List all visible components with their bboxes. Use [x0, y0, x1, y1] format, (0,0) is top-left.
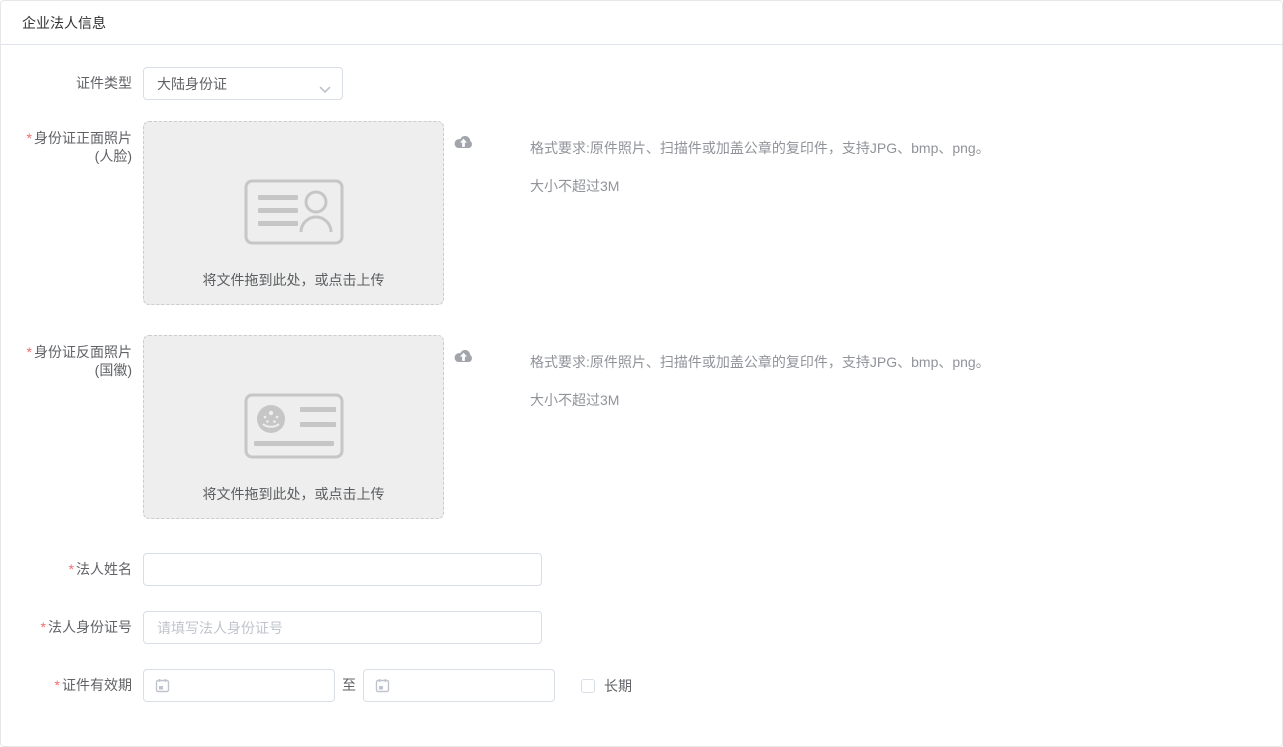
- id-card-front-icon: [244, 179, 344, 248]
- required-asterisk: *: [54, 677, 60, 693]
- id-back-upload-dropzone[interactable]: 将文件拖到此处，或点击上传: [143, 335, 444, 519]
- upload-format-tips: 格式要求:原件照片、扫描件或加盖公章的复印件，支持JPG、bmp、png。 大小…: [530, 335, 990, 408]
- panel-title: 企业法人信息: [22, 14, 106, 31]
- long-term-checkbox-label: 长期: [604, 677, 632, 694]
- dropzone-text: 将文件拖到此处，或点击上传: [202, 486, 385, 502]
- id-front-photo-label: * 身份证正面照片 (人脸): [26, 130, 132, 164]
- size-limit-text: 大小不超过3M: [530, 392, 620, 408]
- upload-format-tips: 格式要求:原件照片、扫描件或加盖公章的复印件，支持JPG、bmp、png。 大小…: [530, 121, 990, 194]
- required-asterisk: *: [26, 130, 32, 146]
- format-requirement-text: 格式要求:原件照片、扫描件或加盖公章的复印件，支持JPG、bmp、png。: [530, 354, 990, 370]
- long-term-checkbox-group[interactable]: 长期: [581, 669, 632, 702]
- id-card-back-icon: [244, 393, 344, 462]
- chevron-down-icon: [319, 81, 331, 97]
- cert-type-label: 证件类型: [76, 75, 132, 91]
- size-limit-text: 大小不超过3M: [530, 178, 620, 194]
- long-term-checkbox[interactable]: [581, 678, 595, 693]
- cert-type-selected-value: 大陆身份证: [157, 75, 227, 92]
- legal-name-row: * 法人姓名: [1, 553, 1282, 586]
- validity-end-date-input[interactable]: [363, 669, 555, 702]
- required-asterisk: *: [26, 344, 32, 360]
- validity-period-row: * 证件有效期 至 长期: [1, 669, 1282, 702]
- legal-id-row: * 法人身份证号: [1, 611, 1282, 644]
- cloud-upload-icon[interactable]: [453, 347, 474, 369]
- panel-header: 企业法人信息: [1, 1, 1282, 45]
- cloud-upload-icon[interactable]: [453, 133, 474, 155]
- cert-type-row: 证件类型 大陆身份证: [1, 67, 1282, 100]
- legal-id-input[interactable]: [143, 611, 542, 644]
- legal-name-input[interactable]: [143, 553, 542, 586]
- required-asterisk: *: [40, 619, 46, 635]
- legal-person-info-panel: 企业法人信息 证件类型 大陆身份证 * 身份证正面照片 (人脸) 将文件拖到此处…: [0, 0, 1283, 747]
- panel-body: 证件类型 大陆身份证 * 身份证正面照片 (人脸) 将文件拖到此处，或点击上传 …: [1, 67, 1282, 702]
- id-front-photo-row: * 身份证正面照片 (人脸) 将文件拖到此处，或点击上传 格式要求:原件照片、扫…: [1, 121, 1282, 305]
- validity-start-date-wrap: [143, 669, 335, 702]
- validity-end-date-wrap: [363, 669, 555, 702]
- validity-period-label: * 证件有效期: [54, 677, 132, 693]
- validity-to-text: 至: [342, 677, 356, 693]
- id-front-upload-dropzone[interactable]: 将文件拖到此处，或点击上传: [143, 121, 444, 305]
- legal-name-label: * 法人姓名: [68, 561, 132, 577]
- cert-type-select[interactable]: 大陆身份证: [143, 67, 343, 100]
- dropzone-text: 将文件拖到此处，或点击上传: [202, 272, 385, 288]
- validity-start-date-input[interactable]: [143, 669, 335, 702]
- format-requirement-text: 格式要求:原件照片、扫描件或加盖公章的复印件，支持JPG、bmp、png。: [530, 140, 990, 156]
- id-back-photo-row: * 身份证反面照片 (国徽) 将文件拖到此处，或点击上传 格式要求:原件照片、扫…: [1, 335, 1282, 519]
- legal-id-label: * 法人身份证号: [40, 619, 132, 635]
- required-asterisk: *: [68, 561, 74, 577]
- id-back-photo-label: * 身份证反面照片 (国徽): [26, 344, 132, 378]
